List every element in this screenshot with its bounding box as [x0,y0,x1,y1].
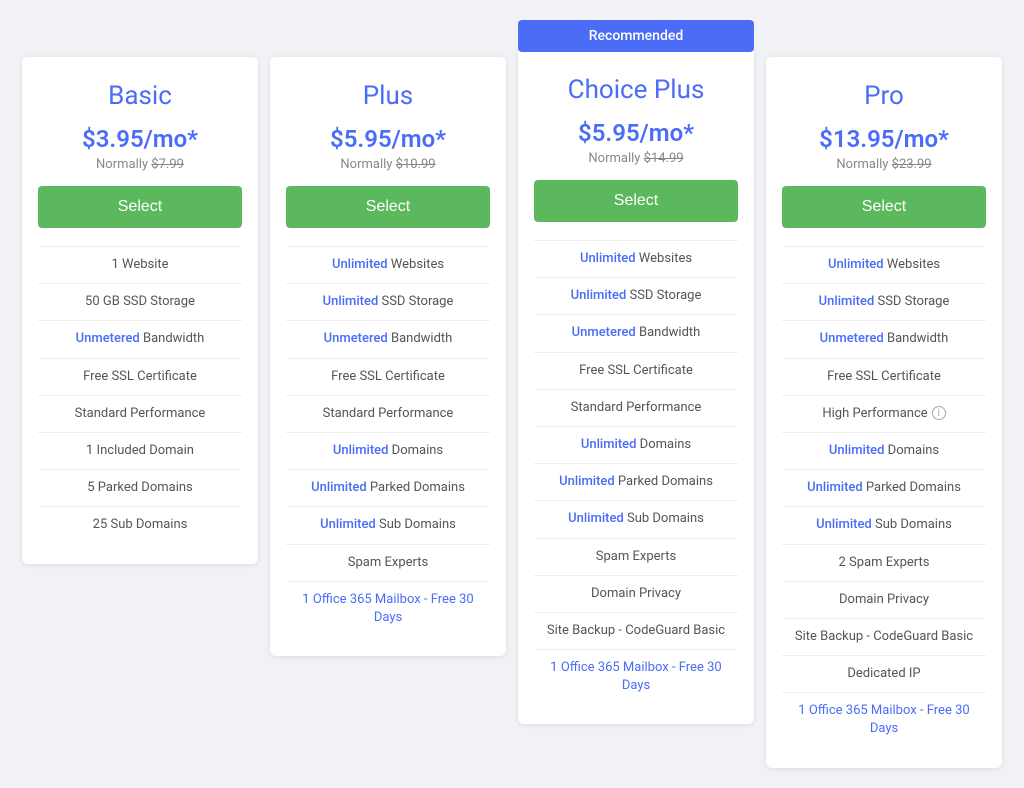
feature-item: 1 Office 365 Mailbox - Free 30 Days [534,650,738,704]
plan-price: $13.95/mo* [782,125,986,153]
feature-item: Domain Privacy [534,576,738,613]
features-list: 1 Website50 GB SSD StorageUnmetered Band… [38,246,242,544]
features-list: Unlimited WebsitesUnlimited SSD StorageU… [534,240,738,704]
plan-price: $3.95/mo* [38,125,242,153]
plan-name: Basic [38,81,242,111]
plan-name: Pro [782,81,986,111]
plans-container: Basic $3.95/mo* Normally $7.99 Select 1 Webs… [22,20,1002,768]
feature-item: 2 Spam Experts [782,545,986,582]
recommended-badge: Recommended [518,20,754,52]
features-list: Unlimited WebsitesUnlimited SSD StorageU… [286,246,490,636]
plan-price: $5.95/mo* [286,125,490,153]
feature-item: Standard Performance [286,396,490,433]
feature-item: 1 Included Domain [38,433,242,470]
plan-card-choice-plus: Choice Plus $5.95/mo* Normally $14.99 Selec… [518,51,754,724]
feature-item: Unmetered Bandwidth [286,321,490,358]
feature-item: Site Backup - CodeGuard Basic [534,613,738,650]
feature-item: Unlimited SSD Storage [782,284,986,321]
plan-wrapper-basic: Basic $3.95/mo* Normally $7.99 Select 1 Webs… [22,20,258,564]
feature-item: Standard Performance [534,390,738,427]
plan-wrapper-plus: Plus $5.95/mo* Normally $10.99 Select Unlimi… [270,20,506,656]
plan-card-basic: Basic $3.95/mo* Normally $7.99 Select 1 Webs… [22,57,258,564]
plan-normal-price: Normally $10.99 [286,157,490,172]
feature-item: Unmetered Bandwidth [38,321,242,358]
plan-wrapper-pro: Pro $13.95/mo* Normally $23.99 Select Unlimi… [766,20,1002,768]
plan-price: $5.95/mo* [534,119,738,147]
feature-item: Unlimited SSD Storage [286,284,490,321]
feature-item: Domain Privacy [782,582,986,619]
feature-item: Unlimited Parked Domains [286,470,490,507]
plan-normal-price: Normally $14.99 [534,151,738,166]
plan-normal-price: Normally $7.99 [38,157,242,172]
feature-item: Unlimited Websites [286,247,490,284]
feature-item: 50 GB SSD Storage [38,284,242,321]
feature-item: Dedicated IP [782,656,986,693]
feature-item: Free SSL Certificate [38,359,242,396]
feature-item: High Performancei [782,396,986,433]
select-button-pro[interactable]: Select [782,186,986,228]
plan-card-pro: Pro $13.95/mo* Normally $23.99 Select Unlimi… [766,57,1002,768]
feature-item: Unlimited Websites [534,241,738,278]
feature-item: Unlimited Domains [782,433,986,470]
feature-item: 1 Website [38,247,242,284]
feature-item: Standard Performance [38,396,242,433]
feature-item: Unlimited Domains [286,433,490,470]
select-button-choice-plus[interactable]: Select [534,180,738,222]
plan-wrapper-choice-plus: Recommended Choice Plus $5.95/mo* Normally … [518,20,754,724]
feature-item: 5 Parked Domains [38,470,242,507]
feature-item: Spam Experts [286,545,490,582]
feature-item: Unmetered Bandwidth [534,315,738,352]
feature-item: 1 Office 365 Mailbox - Free 30 Days [286,582,490,636]
feature-item: Unlimited Websites [782,247,986,284]
plan-name: Plus [286,81,490,111]
feature-item: Unlimited Parked Domains [534,464,738,501]
feature-item: Unlimited Parked Domains [782,470,986,507]
select-button-plus[interactable]: Select [286,186,490,228]
feature-item: 25 Sub Domains [38,507,242,543]
select-button-basic[interactable]: Select [38,186,242,228]
feature-item: Unlimited SSD Storage [534,278,738,315]
feature-item: Unlimited Sub Domains [534,501,738,538]
feature-item: Unlimited Sub Domains [782,507,986,544]
features-list: Unlimited WebsitesUnlimited SSD StorageU… [782,246,986,748]
feature-item: Unlimited Sub Domains [286,507,490,544]
feature-item: Unmetered Bandwidth [782,321,986,358]
feature-item: Spam Experts [534,539,738,576]
plan-normal-price: Normally $23.99 [782,157,986,172]
plan-name: Choice Plus [534,75,738,105]
feature-item: 1 Office 365 Mailbox - Free 30 Days [782,693,986,747]
plan-card-plus: Plus $5.95/mo* Normally $10.99 Select Unlimi… [270,57,506,656]
feature-item: Unlimited Domains [534,427,738,464]
feature-item: Site Backup - CodeGuard Basic [782,619,986,656]
feature-item: Free SSL Certificate [534,353,738,390]
feature-item: Free SSL Certificate [782,359,986,396]
feature-item: Free SSL Certificate [286,359,490,396]
info-icon: i [932,406,946,420]
